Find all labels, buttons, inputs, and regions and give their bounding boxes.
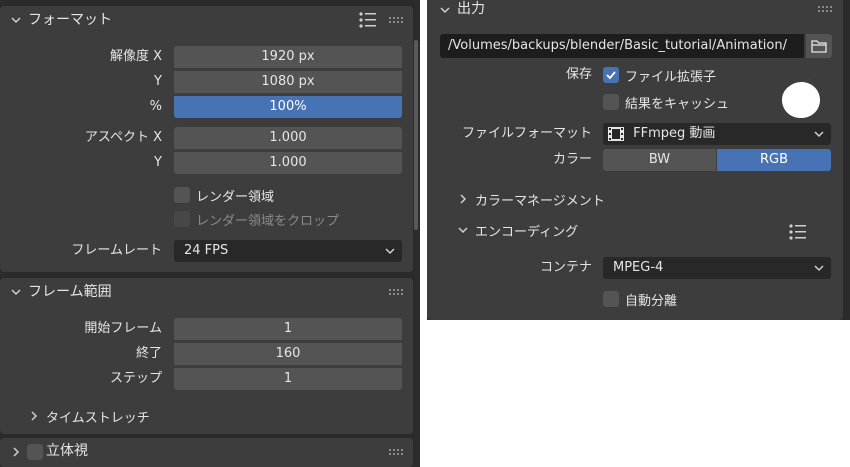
color-management-subpanel[interactable]: カラーマネージメント (455, 188, 605, 210)
vertical-scrollbar[interactable] (414, 40, 418, 230)
drag-grip-icon[interactable] (817, 5, 833, 13)
file-extensions-checkbox-row[interactable]: ファイル拡張子 (603, 65, 716, 85)
color-rgb-option[interactable]: RGB (717, 149, 831, 171)
autosplit-checkbox-row[interactable]: 自動分離 (603, 289, 677, 309)
crop-region-label: レンダー領域をクロップ (196, 213, 340, 229)
file-extensions-checkbox[interactable] (603, 67, 619, 83)
file-extensions-label: ファイル拡張子 (625, 69, 717, 85)
color-bw-option[interactable]: BW (603, 149, 716, 171)
color-label: カラー (552, 152, 592, 167)
encoding-subpanel[interactable]: エンコーディング (455, 219, 578, 241)
checkmark-icon (606, 71, 616, 80)
resolution-y-label: Y (154, 74, 162, 89)
frame-end-field[interactable]: 160 (174, 343, 402, 365)
file-format-label: ファイルフォーマット (461, 126, 592, 141)
crop-region-checkbox-row[interactable]: レンダー領域をクロップ (174, 209, 339, 229)
folder-icon (811, 40, 827, 53)
encoding-label: エンコーディング (475, 224, 579, 240)
drag-grip-icon[interactable] (388, 16, 404, 24)
stereoscopy-panel-title: 立体視 (46, 443, 88, 459)
frame-rate-dropdown[interactable]: 24 FPS (174, 240, 402, 262)
output-path-field[interactable]: /Volumes/backups/blender/Basic_tutorial/… (440, 34, 804, 58)
cache-result-checkbox-row[interactable]: 結果をキャッシュ (603, 92, 729, 112)
format-panel-header[interactable]: フォーマット (0, 6, 413, 34)
aspect-y-field[interactable]: 1.000 (174, 152, 402, 174)
render-region-checkbox-row[interactable]: レンダー領域 (174, 185, 274, 205)
resolution-x-field[interactable]: 1920 px (174, 46, 402, 68)
aspect-y-label: Y (154, 155, 162, 170)
frame-start-label: 開始フレーム (84, 321, 162, 336)
file-format-value: FFmpeg 動画 (633, 126, 716, 141)
time-stretch-label: タイムストレッチ (46, 410, 150, 426)
frame-step-label: ステップ (109, 371, 162, 386)
chevron-right-icon[interactable] (455, 191, 471, 207)
cache-result-label: 結果をキャッシュ (625, 96, 730, 112)
frame-end-label: 終了 (135, 346, 162, 361)
chevron-down-icon[interactable] (455, 222, 471, 238)
chevron-down-icon (384, 245, 396, 257)
frame-step-field[interactable]: 1 (174, 368, 402, 390)
frame-start-field[interactable]: 1 (174, 318, 402, 340)
frame-rate-value: 24 FPS (184, 243, 229, 258)
resolution-percent-slider[interactable]: 100% (174, 96, 402, 118)
file-format-dropdown[interactable]: FFmpeg 動画 (603, 123, 831, 145)
resolution-x-label: 解像度 X (109, 49, 162, 64)
container-value: MPEG-4 (613, 260, 664, 275)
stereoscopy-panel: 立体視 (0, 438, 413, 467)
chevron-down-icon (813, 262, 825, 274)
chevron-right-icon[interactable] (8, 444, 24, 460)
drag-grip-icon[interactable] (388, 448, 404, 456)
cache-result-checkbox[interactable] (603, 94, 619, 110)
encoding-preset-list-icon[interactable] (788, 223, 808, 241)
aspect-x-field[interactable]: 1.000 (174, 127, 402, 149)
chevron-down-icon[interactable] (8, 284, 24, 300)
color-management-label: カラーマネージメント (475, 193, 605, 209)
crop-region-checkbox[interactable] (174, 211, 190, 227)
resolution-percent-label: % (149, 99, 162, 114)
browse-folder-button[interactable] (806, 34, 832, 58)
aspect-x-label: アスペクト X (84, 130, 162, 145)
time-stretch-subpanel[interactable]: タイムストレッチ (26, 405, 150, 427)
frame-range-panel-title: フレーム範囲 (28, 284, 112, 300)
frame-rate-label: フレームレート (71, 243, 162, 258)
chevron-down-icon[interactable] (8, 12, 24, 28)
render-region-label: レンダー領域 (196, 189, 275, 205)
stereoscopy-checkbox[interactable] (27, 444, 43, 460)
container-label: コンテナ (539, 260, 592, 275)
save-label: 保存 (565, 67, 592, 82)
render-properties-pane: フォーマット 解像度 X 1920 px Y 1080 px % 100% アス… (0, 0, 420, 467)
output-panel-header[interactable]: 出力 (427, 0, 843, 24)
format-panel-title: フォーマット (28, 12, 112, 28)
output-panel-title: 出力 (457, 1, 485, 17)
film-icon (607, 126, 625, 142)
chevron-down-icon (813, 128, 825, 140)
chevron-down-icon[interactable] (437, 2, 453, 18)
autosplit-checkbox[interactable] (603, 291, 619, 307)
preset-list-icon[interactable] (358, 11, 378, 29)
stereoscopy-panel-header[interactable]: 立体視 (0, 438, 413, 466)
frame-range-panel-header[interactable]: フレーム範囲 (0, 278, 413, 306)
mouse-cursor-icon (782, 78, 820, 118)
autosplit-label: 自動分離 (625, 293, 678, 309)
render-region-checkbox[interactable] (174, 187, 190, 203)
chevron-right-icon[interactable] (26, 408, 42, 424)
drag-grip-icon[interactable] (388, 288, 404, 296)
resolution-y-field[interactable]: 1080 px (174, 71, 402, 93)
container-dropdown[interactable]: MPEG-4 (603, 257, 831, 279)
